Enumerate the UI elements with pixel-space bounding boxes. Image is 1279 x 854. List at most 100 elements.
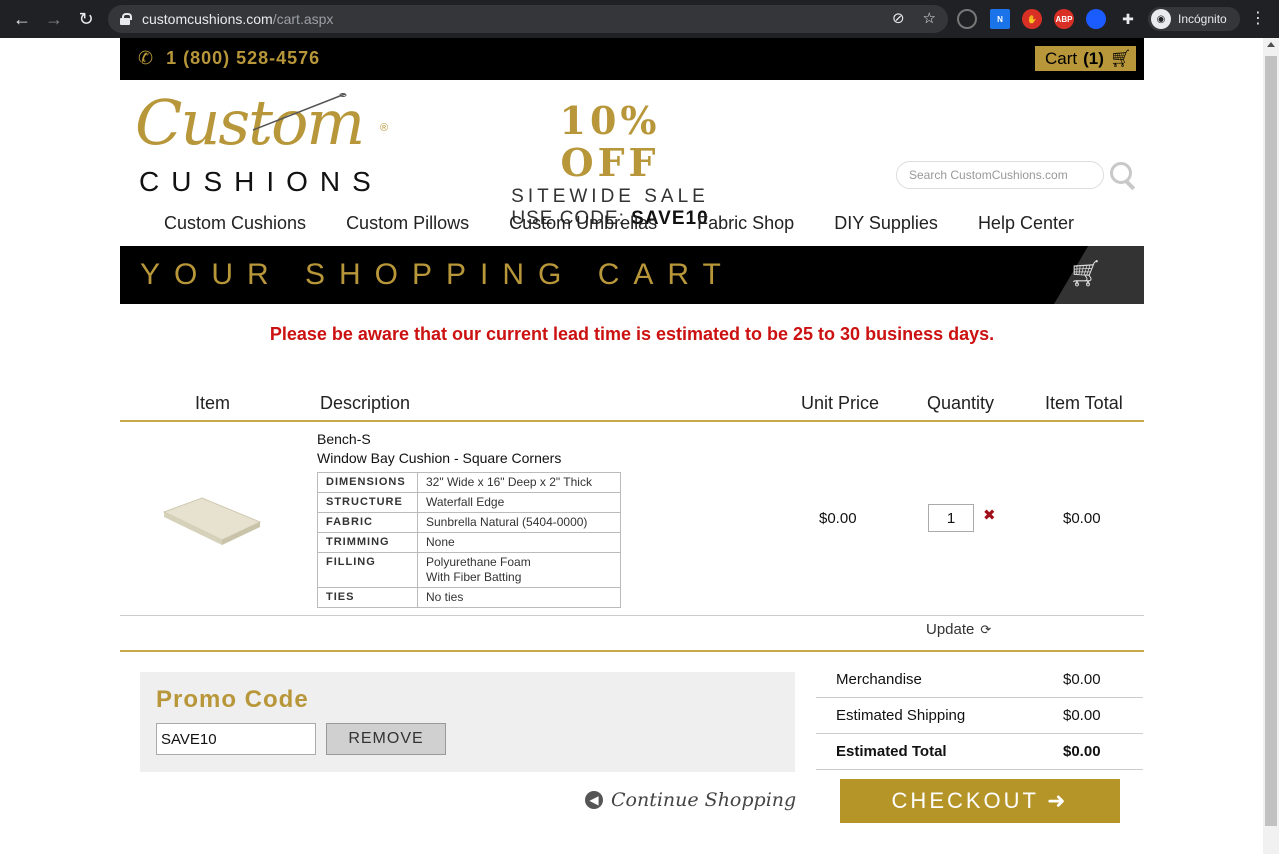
scroll-up-icon[interactable] [1267, 42, 1275, 47]
extensions-puzzle-icon[interactable]: ✚ [1118, 9, 1138, 29]
remove-promo-button[interactable]: REMOVE [326, 723, 446, 755]
bookmark-star-icon[interactable]: ☆ [923, 9, 936, 27]
phone-link[interactable]: ✆ 1 (800) 528-4576 [138, 48, 320, 69]
product-specs-table: DIMENSIONS 32" Wide x 16" Deep x 2" Thick… [317, 472, 621, 608]
item-total: $0.00 [1063, 510, 1101, 527]
search-icon[interactable] [1110, 162, 1138, 190]
incognito-icon: ◉ [1151, 9, 1171, 29]
cart-icon: 🛒︎ [1109, 48, 1132, 68]
search-input[interactable]: Search CustomCushions.com [896, 161, 1104, 189]
checkout-button[interactable]: CHECKOUT ➜ [840, 779, 1120, 823]
browser-toolbar: ← → ↻ customcushions.com/cart.aspx ⊘ ☆ N… [0, 0, 1279, 38]
incognito-badge[interactable]: ◉ Incógnito [1148, 7, 1240, 31]
browser-menu-icon[interactable]: ⋮ [1250, 9, 1266, 29]
quantity-input[interactable] [928, 504, 974, 532]
unit-price: $0.00 [819, 510, 857, 527]
header-description: Description [320, 393, 411, 413]
extension-shield-icon[interactable] [1086, 9, 1106, 29]
spec-key: TIES [317, 587, 418, 608]
sale-banner[interactable]: 10% OFF SITEWIDE SALE USE CODE: SAVE10 [510, 100, 710, 230]
tracking-off-icon[interactable]: ⊘ [892, 9, 905, 27]
forward-icon[interactable]: → [38, 3, 70, 35]
site-topbar: ✆ 1 (800) 528-4576 Cart (1) 🛒︎ [120, 38, 1144, 80]
spec-key: TRIMMING [317, 532, 418, 553]
summary-value: $0.00 [1063, 743, 1101, 760]
lock-icon [120, 13, 132, 25]
header-item: Item [195, 393, 231, 413]
summary-value: $0.00 [1063, 707, 1101, 724]
back-icon[interactable]: ← [6, 3, 38, 35]
spec-value: Sunbrella Natural (5404-0000) [417, 512, 621, 533]
summary-merchandise-row: Merchandise $0.00 [816, 662, 1143, 698]
address-bar[interactable]: customcushions.com/cart.aspx ⊘ ☆ [108, 5, 948, 33]
nav-diy-supplies[interactable]: DIY Supplies [834, 213, 938, 234]
product-sku: Bench-S [317, 431, 371, 447]
extension-news-icon[interactable]: N [990, 9, 1010, 29]
header-item-total: Item Total [1045, 393, 1123, 413]
shopping-cart-icon: 🛒︎ [1068, 258, 1102, 288]
promo-code-panel: Promo Code REMOVE [140, 672, 795, 772]
summary-label: Merchandise [836, 671, 922, 688]
continue-shopping-label: Continue Shopping [611, 789, 797, 811]
spec-key: DIMENSIONS [317, 472, 418, 493]
extension-hand-icon[interactable]: ✋ [1022, 9, 1042, 29]
sale-subline: SITEWIDE SALE [511, 186, 709, 207]
nav-custom-cushions[interactable]: Custom Cushions [164, 213, 306, 234]
spec-value-line: With Fiber Batting [426, 570, 522, 584]
phone-number: 1 (800) 528-4576 [166, 48, 321, 68]
product-title[interactable]: Bench-S Window Bay Cushion - Square Corn… [317, 430, 561, 468]
nav-custom-umbrellas[interactable]: Custom Umbrellas [509, 213, 657, 234]
product-image[interactable] [162, 490, 262, 546]
nav-custom-pillows[interactable]: Custom Pillows [346, 213, 469, 234]
summary-label: Estimated Total [836, 743, 947, 760]
url-host: customcushions.com [142, 11, 273, 27]
spec-row: FILLING Polyurethane Foam With Fiber Batti… [317, 552, 621, 588]
extension-circle-icon[interactable] [957, 9, 977, 29]
summary-shipping-row: Estimated Shipping $0.00 [816, 698, 1143, 734]
cart-label: Cart [1045, 48, 1078, 68]
cart-button[interactable]: Cart (1) 🛒︎ [1035, 46, 1136, 71]
arrow-left-circle-icon: ◀ [585, 791, 603, 809]
page-scrollbar[interactable] [1263, 38, 1279, 854]
nav-help-center[interactable]: Help Center [978, 213, 1074, 234]
summary-total-row: Estimated Total $0.00 [816, 734, 1143, 770]
spec-value: Polyurethane Foam With Fiber Batting [417, 552, 621, 588]
spec-key: FILLING [317, 552, 418, 588]
promo-code-input[interactable] [156, 723, 316, 755]
arrow-right-icon: ➜ [1047, 788, 1069, 813]
remove-item-icon[interactable]: ✖ [983, 506, 996, 524]
spec-row: FABRIC Sunbrella Natural (5404-0000) [317, 512, 621, 533]
logo-word: CUSHIONS [139, 166, 383, 197]
cart-header-banner: YOUR SHOPPING CART 🛒︎ [120, 246, 1144, 304]
reload-icon[interactable]: ↻ [70, 3, 102, 35]
phone-icon: ✆ [138, 48, 155, 68]
promo-code-title: Promo Code [156, 686, 309, 713]
product-name: Window Bay Cushion - Square Corners [317, 450, 562, 466]
needle-icon [252, 93, 347, 131]
spec-key: FABRIC [317, 512, 418, 533]
main-nav: Custom Cushions Custom Pillows Custom Um… [164, 213, 1114, 234]
scroll-thumb[interactable] [1265, 56, 1277, 826]
nav-fabric-shop[interactable]: Fabric Shop [697, 213, 794, 234]
spec-value: 32" Wide x 16" Deep x 2" Thick [417, 472, 621, 493]
spec-value: None [417, 532, 621, 553]
spec-row: STRUCTURE Waterfall Edge [317, 492, 621, 513]
spec-key: STRUCTURE [317, 492, 418, 513]
cart-count: (1) [1083, 48, 1104, 68]
summary-value: $0.00 [1063, 671, 1101, 688]
header-divider [120, 420, 1144, 422]
spec-value-line: Polyurethane Foam [426, 555, 531, 569]
continue-shopping-link[interactable]: ◀ Continue Shopping [585, 789, 796, 811]
spec-value: Waterfall Edge [417, 492, 621, 513]
url-path: /cart.aspx [272, 11, 334, 27]
adblock-icon[interactable]: ABP [1054, 9, 1074, 29]
spec-row: TRIMMING None [317, 532, 621, 553]
search-placeholder: Search CustomCushions.com [909, 168, 1068, 182]
spec-value: No ties [417, 587, 621, 608]
page-title: YOUR SHOPPING CART [140, 258, 735, 291]
update-button[interactable]: Update ⟳ [926, 621, 991, 638]
site-logo[interactable]: Custom ® CUSHIONS [135, 86, 397, 197]
summary-label: Estimated Shipping [836, 707, 966, 724]
section-divider [120, 650, 1144, 652]
order-summary: Merchandise $0.00 Estimated Shipping $0.… [816, 662, 1143, 770]
